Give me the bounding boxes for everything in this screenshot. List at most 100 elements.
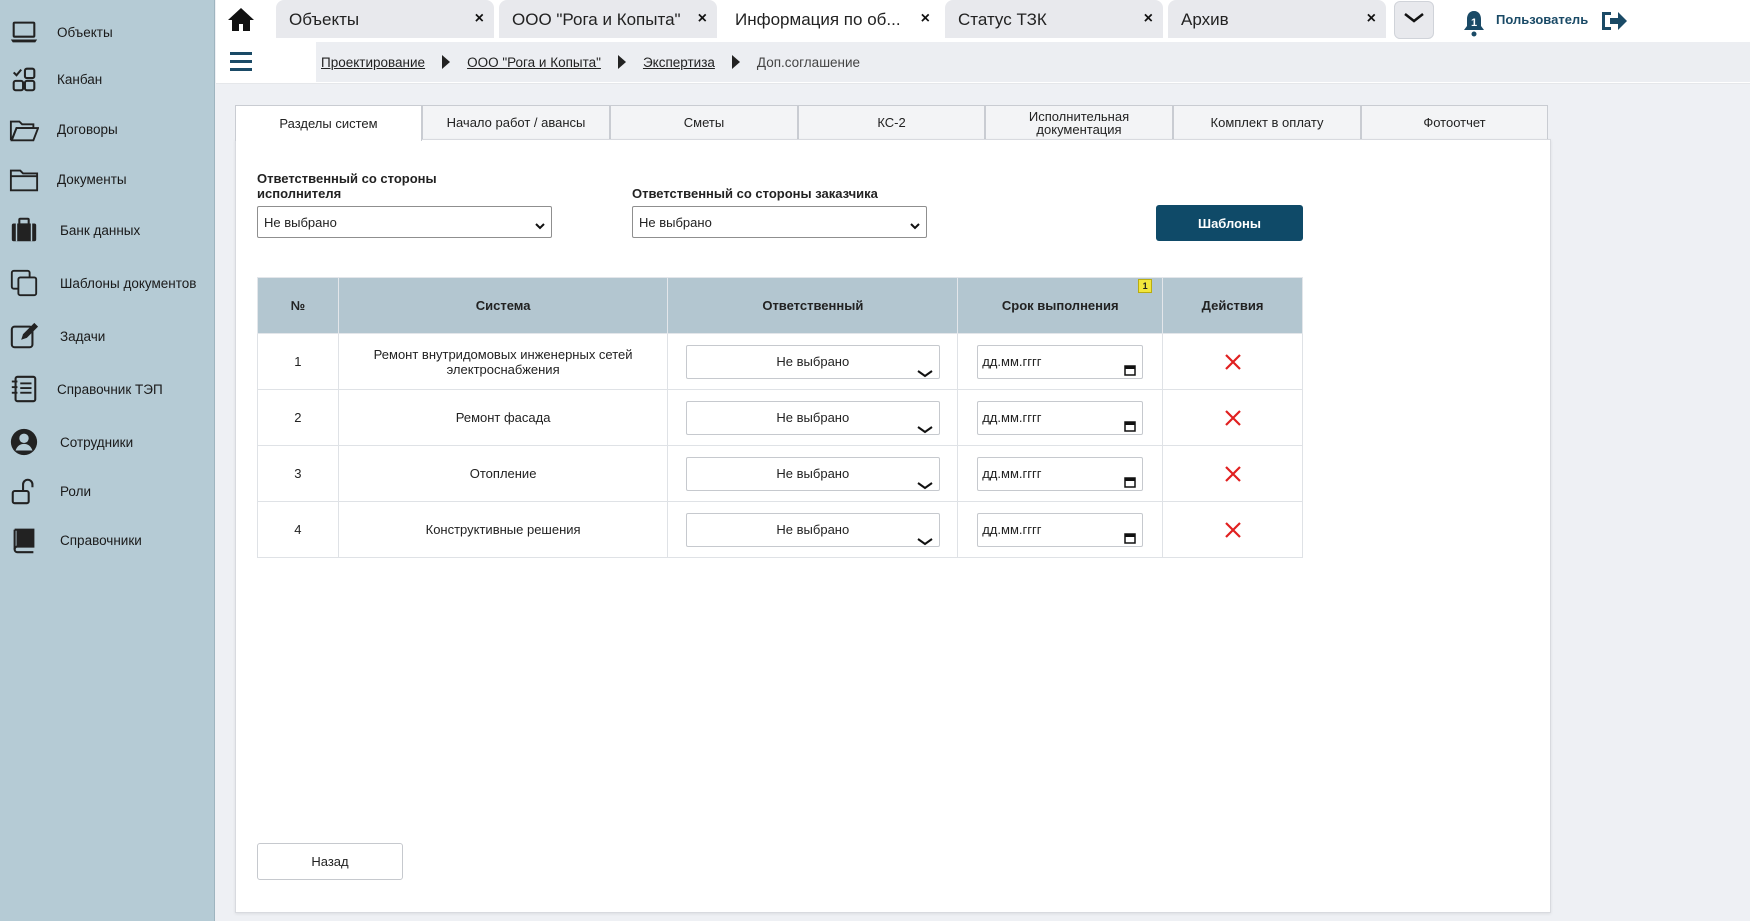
section-tabs: Разделы систем Начало работ / авансы Сме… [235, 105, 1551, 141]
table-row: 3 Отопление Не выбрано дд.мм.гггг [257, 445, 1303, 502]
calendar-icon[interactable] [1124, 524, 1136, 544]
tab-system-sections[interactable]: Разделы систем [235, 105, 422, 141]
chevron-down-icon [917, 358, 933, 390]
close-icon[interactable]: × [1144, 10, 1153, 28]
tab-object-info[interactable]: Информация по об... × [722, 0, 940, 38]
table-header-row: № Система Ответственный Срок выполнения 1… [257, 277, 1303, 334]
deadline-date-input[interactable]: дд.мм.гггг [977, 512, 1144, 547]
customer-label: Ответственный со стороны заказчика [632, 186, 878, 201]
breadcrumb-link[interactable]: Экспертиза [643, 55, 715, 70]
customer-select-value: Не выбрано [639, 214, 712, 230]
responsible-select[interactable]: Не выбрано [685, 344, 940, 379]
breadcrumb-link[interactable]: ООО "Рога и Копыта" [467, 55, 601, 70]
unlock-icon [8, 475, 40, 507]
templates-button[interactable]: Шаблоны [1156, 205, 1303, 241]
chevron-down-icon [917, 414, 933, 446]
tab-payment-package[interactable]: Комплект в оплату [1173, 105, 1361, 139]
calendar-icon[interactable] [1124, 356, 1136, 376]
customer-select[interactable]: Не выбрано [632, 206, 927, 238]
notification-count: 1 [1471, 17, 1477, 29]
tab-company[interactable]: ООО "Рога и Копыта" × [499, 0, 717, 38]
tab-executive-docs[interactable]: Исполнительная документация [985, 105, 1173, 139]
logout-icon[interactable] [1599, 8, 1629, 34]
home-icon[interactable] [226, 5, 256, 35]
sidebar-item-documents[interactable]: Документы [0, 157, 215, 201]
sidebar-item-contracts[interactable]: Договоры [0, 107, 215, 151]
delete-icon[interactable] [1223, 520, 1243, 540]
column-header-actions: Действия [1162, 277, 1303, 334]
row-system: Отопление [337, 445, 669, 502]
sidebar-item-tasks[interactable]: Задачи [0, 314, 215, 358]
tab-label: Статус ТЗК [958, 10, 1047, 29]
deadline-date-input[interactable]: дд.мм.гггг [977, 344, 1144, 379]
notification-bell-icon[interactable]: 1 [1463, 9, 1485, 37]
sidebar-item-label: Роли [60, 483, 92, 499]
deadline-badge: 1 [1138, 279, 1153, 293]
tab-ks2[interactable]: КС-2 [798, 105, 985, 139]
folder-icon [8, 163, 40, 195]
delete-icon[interactable] [1223, 408, 1243, 428]
briefcase-icon [8, 214, 40, 246]
deadline-date-input[interactable]: дд.мм.гггг [977, 456, 1144, 491]
table-row: 1 Ремонт внутридомовых инженерных сетей … [257, 333, 1303, 390]
tab-archive[interactable]: Архив × [1168, 0, 1386, 38]
row-number: 4 [257, 501, 339, 558]
tab-photo-report[interactable]: Фотоотчет [1361, 105, 1548, 139]
responsible-select[interactable]: Не выбрано [685, 512, 940, 547]
sidebar-item-employees[interactable]: Сотрудники [0, 420, 215, 464]
back-button[interactable]: Назад [257, 843, 403, 880]
calendar-icon[interactable] [1124, 468, 1136, 488]
column-header-system: Система [337, 277, 669, 334]
sidebar-item-label: Договоры [57, 121, 118, 137]
breadcrumb-arrow-icon [617, 55, 626, 69]
sidebar-item-roles[interactable]: Роли [0, 469, 215, 513]
row-number: 3 [257, 445, 339, 502]
book-icon [8, 524, 40, 556]
chevron-down-icon [1403, 11, 1425, 29]
delete-icon[interactable] [1223, 464, 1243, 484]
executor-select[interactable]: Не выбрано [257, 206, 552, 238]
responsible-select[interactable]: Не выбрано [685, 400, 940, 435]
breadcrumb: Проектирование ООО "Рога и Копыта" Экспе… [316, 42, 1750, 82]
sidebar-item-data-bank[interactable]: Банк данных [0, 208, 215, 252]
row-system: Конструктивные решения [337, 501, 669, 558]
date-placeholder: дд.мм.гггг [982, 409, 1042, 425]
table-row: 2 Ремонт фасада Не выбрано дд.мм.гггг [257, 389, 1303, 446]
sidebar-item-tep-reference[interactable]: Справочник ТЭП [0, 367, 215, 411]
close-icon[interactable]: × [698, 10, 707, 28]
chevron-down-icon [535, 218, 545, 233]
sidebar-item-label: Документы [57, 171, 127, 187]
delete-icon[interactable] [1223, 352, 1243, 372]
tab-start-advances[interactable]: Начало работ / авансы [422, 105, 610, 139]
close-icon[interactable]: × [475, 10, 484, 28]
row-system: Ремонт фасада [337, 389, 669, 446]
sidebar-item-label: Справочники [60, 532, 142, 548]
tab-estimates[interactable]: Сметы [610, 105, 798, 139]
sidebar-item-label: Канбан [57, 71, 103, 87]
close-icon[interactable]: × [921, 10, 930, 28]
tab-tzk-status[interactable]: Статус ТЗК × [945, 0, 1163, 38]
sidebar-item-document-templates[interactable]: Шаблоны документов [0, 261, 215, 305]
sidebar-item-kanban[interactable]: Канбан [0, 57, 215, 101]
sidebar-item-references[interactable]: Справочники [0, 518, 215, 562]
breadcrumb-link[interactable]: Проектирование [321, 55, 425, 70]
responsible-select-value: Не выбрано [776, 521, 850, 537]
date-placeholder: дд.мм.гггг [982, 465, 1042, 481]
chevron-down-icon [917, 470, 933, 502]
calendar-icon[interactable] [1124, 412, 1136, 432]
deadline-date-input[interactable]: дд.мм.гггг [977, 400, 1144, 435]
menu-icon[interactable] [230, 50, 252, 74]
sidebar-item-label: Шаблоны документов [60, 275, 197, 291]
more-tabs-button[interactable] [1394, 1, 1434, 39]
breadcrumb-arrow-icon [442, 55, 451, 69]
tab-objects[interactable]: Объекты × [276, 0, 494, 38]
notebook-icon [8, 373, 40, 405]
responsible-select[interactable]: Не выбрано [685, 456, 940, 491]
responsible-select-value: Не выбрано [776, 353, 850, 369]
sidebar-item-objects[interactable]: Объекты [0, 10, 215, 54]
executor-select-value: Не выбрано [264, 214, 337, 230]
close-icon[interactable]: × [1367, 10, 1376, 28]
kanban-icon [8, 63, 40, 95]
systems-table: № Система Ответственный Срок выполнения 1… [257, 277, 1303, 558]
user-name[interactable]: Пользователь [1496, 12, 1588, 27]
